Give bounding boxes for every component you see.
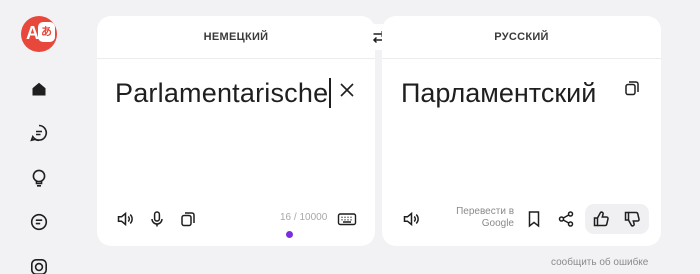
sidebar-item-messages[interactable]: [28, 211, 50, 233]
thumbs-up-icon: [593, 211, 609, 227]
thumbs-down-button[interactable]: [620, 207, 644, 231]
sidebar-item-ideas[interactable]: [28, 167, 50, 189]
bookmark-icon: [528, 211, 540, 228]
logo-kana: あ: [38, 22, 55, 42]
keyboard-icon: [337, 213, 357, 226]
translation-text: Парламентский: [401, 78, 597, 108]
source-copy-button[interactable]: [176, 207, 200, 231]
target-language-selector[interactable]: РУССКИЙ: [382, 16, 661, 58]
thumbs-up-button[interactable]: [589, 207, 613, 231]
source-panel: НЕМЕЦКИЙ Parlamentarische 16 / 10000: [97, 16, 375, 246]
character-counter: 16 / 10000: [280, 212, 328, 223]
source-divider: [97, 58, 375, 59]
sidebar: A あ: [0, 0, 78, 274]
home-icon: [32, 82, 46, 96]
bookmark-button[interactable]: [522, 207, 546, 231]
share-button[interactable]: [554, 207, 578, 231]
target-panel: РУССКИЙ Парламентский Перевести в Google: [382, 16, 661, 246]
thumbs-down-icon: [624, 211, 640, 227]
source-text: Parlamentarische: [115, 78, 329, 108]
microphone-icon: [151, 211, 163, 227]
message-icon: [30, 213, 48, 231]
speaker-icon: [117, 211, 133, 227]
app-logo[interactable]: A あ: [21, 16, 57, 52]
status-dot: [286, 231, 293, 238]
sidebar-item-home[interactable]: [28, 78, 50, 100]
sidebar-item-camera[interactable]: [28, 256, 50, 274]
copy-icon: [181, 212, 195, 227]
sidebar-item-dialog[interactable]: [28, 122, 50, 144]
share-icon: [558, 211, 574, 227]
source-text-input[interactable]: Parlamentarische: [115, 78, 331, 109]
speaker-icon: [403, 211, 419, 227]
rating-group: [585, 204, 649, 234]
clear-button[interactable]: [335, 78, 359, 102]
lightbulb-icon: [32, 169, 46, 187]
source-speak-button[interactable]: [113, 207, 137, 231]
chat-translate-icon: [30, 124, 48, 142]
virtual-keyboard-button[interactable]: [335, 207, 359, 231]
target-copy-top-button[interactable]: [620, 76, 644, 100]
target-divider: [382, 58, 661, 59]
source-language-selector[interactable]: НЕМЕЦКИЙ: [97, 16, 375, 58]
camera-icon: [31, 259, 47, 274]
report-error-link[interactable]: сообщить об ошибке: [551, 257, 648, 268]
copy-icon: [625, 81, 639, 96]
target-speak-button[interactable]: [399, 207, 423, 231]
translate-in-google-link[interactable]: Перевести в Google: [456, 206, 514, 230]
text-caret: [329, 78, 331, 108]
voice-input-button[interactable]: [145, 207, 169, 231]
close-icon: [340, 83, 354, 97]
